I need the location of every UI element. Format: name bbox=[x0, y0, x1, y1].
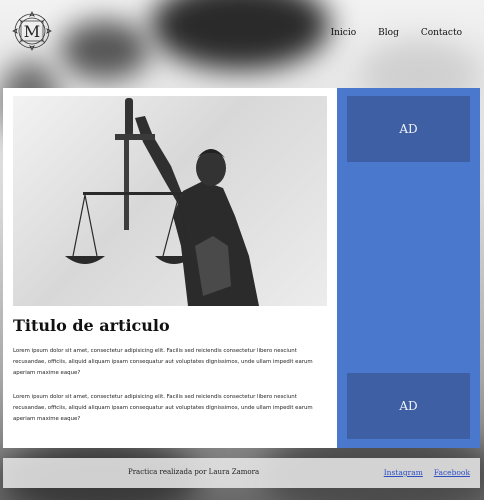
footer-credit: Practica realizada por Laura Zamora bbox=[128, 468, 260, 476]
facebook-link[interactable]: Facebook bbox=[434, 468, 470, 477]
ad-slot-bottom[interactable]: AD bbox=[347, 373, 470, 439]
site-header: M Inicio Blog Contacto bbox=[0, 0, 484, 80]
article-title: Titulo de articulo bbox=[13, 316, 170, 335]
instagram-link[interactable]: Instagram bbox=[384, 468, 423, 477]
social-links: Instagram Facebook bbox=[384, 468, 470, 477]
article-hero-image bbox=[13, 96, 327, 306]
nav-blog[interactable]: Blog bbox=[378, 28, 399, 38]
justice-statue-image bbox=[65, 98, 259, 306]
ad-sidebar: AD AD bbox=[337, 88, 480, 448]
logo-letter: M bbox=[24, 22, 40, 41]
site-footer: Practica realizada por Laura Zamora Inst… bbox=[3, 458, 480, 488]
logo[interactable]: M bbox=[6, 10, 58, 52]
article-paragraph: Lorem ipsum dolor sit amet, consectetur … bbox=[13, 348, 313, 376]
article-panel: Titulo de articulo Lorem ipsum dolor sit… bbox=[3, 88, 337, 448]
logo-emblem-icon: M bbox=[12, 11, 52, 51]
ad-slot-top[interactable]: AD bbox=[347, 96, 470, 162]
article-paragraph: Lorem ipsum dolor sit amet, consectetur … bbox=[13, 394, 313, 422]
main-nav: Inicio Blog Contacto bbox=[331, 28, 462, 38]
nav-contacto[interactable]: Contacto bbox=[421, 28, 462, 38]
nav-inicio[interactable]: Inicio bbox=[331, 28, 357, 38]
